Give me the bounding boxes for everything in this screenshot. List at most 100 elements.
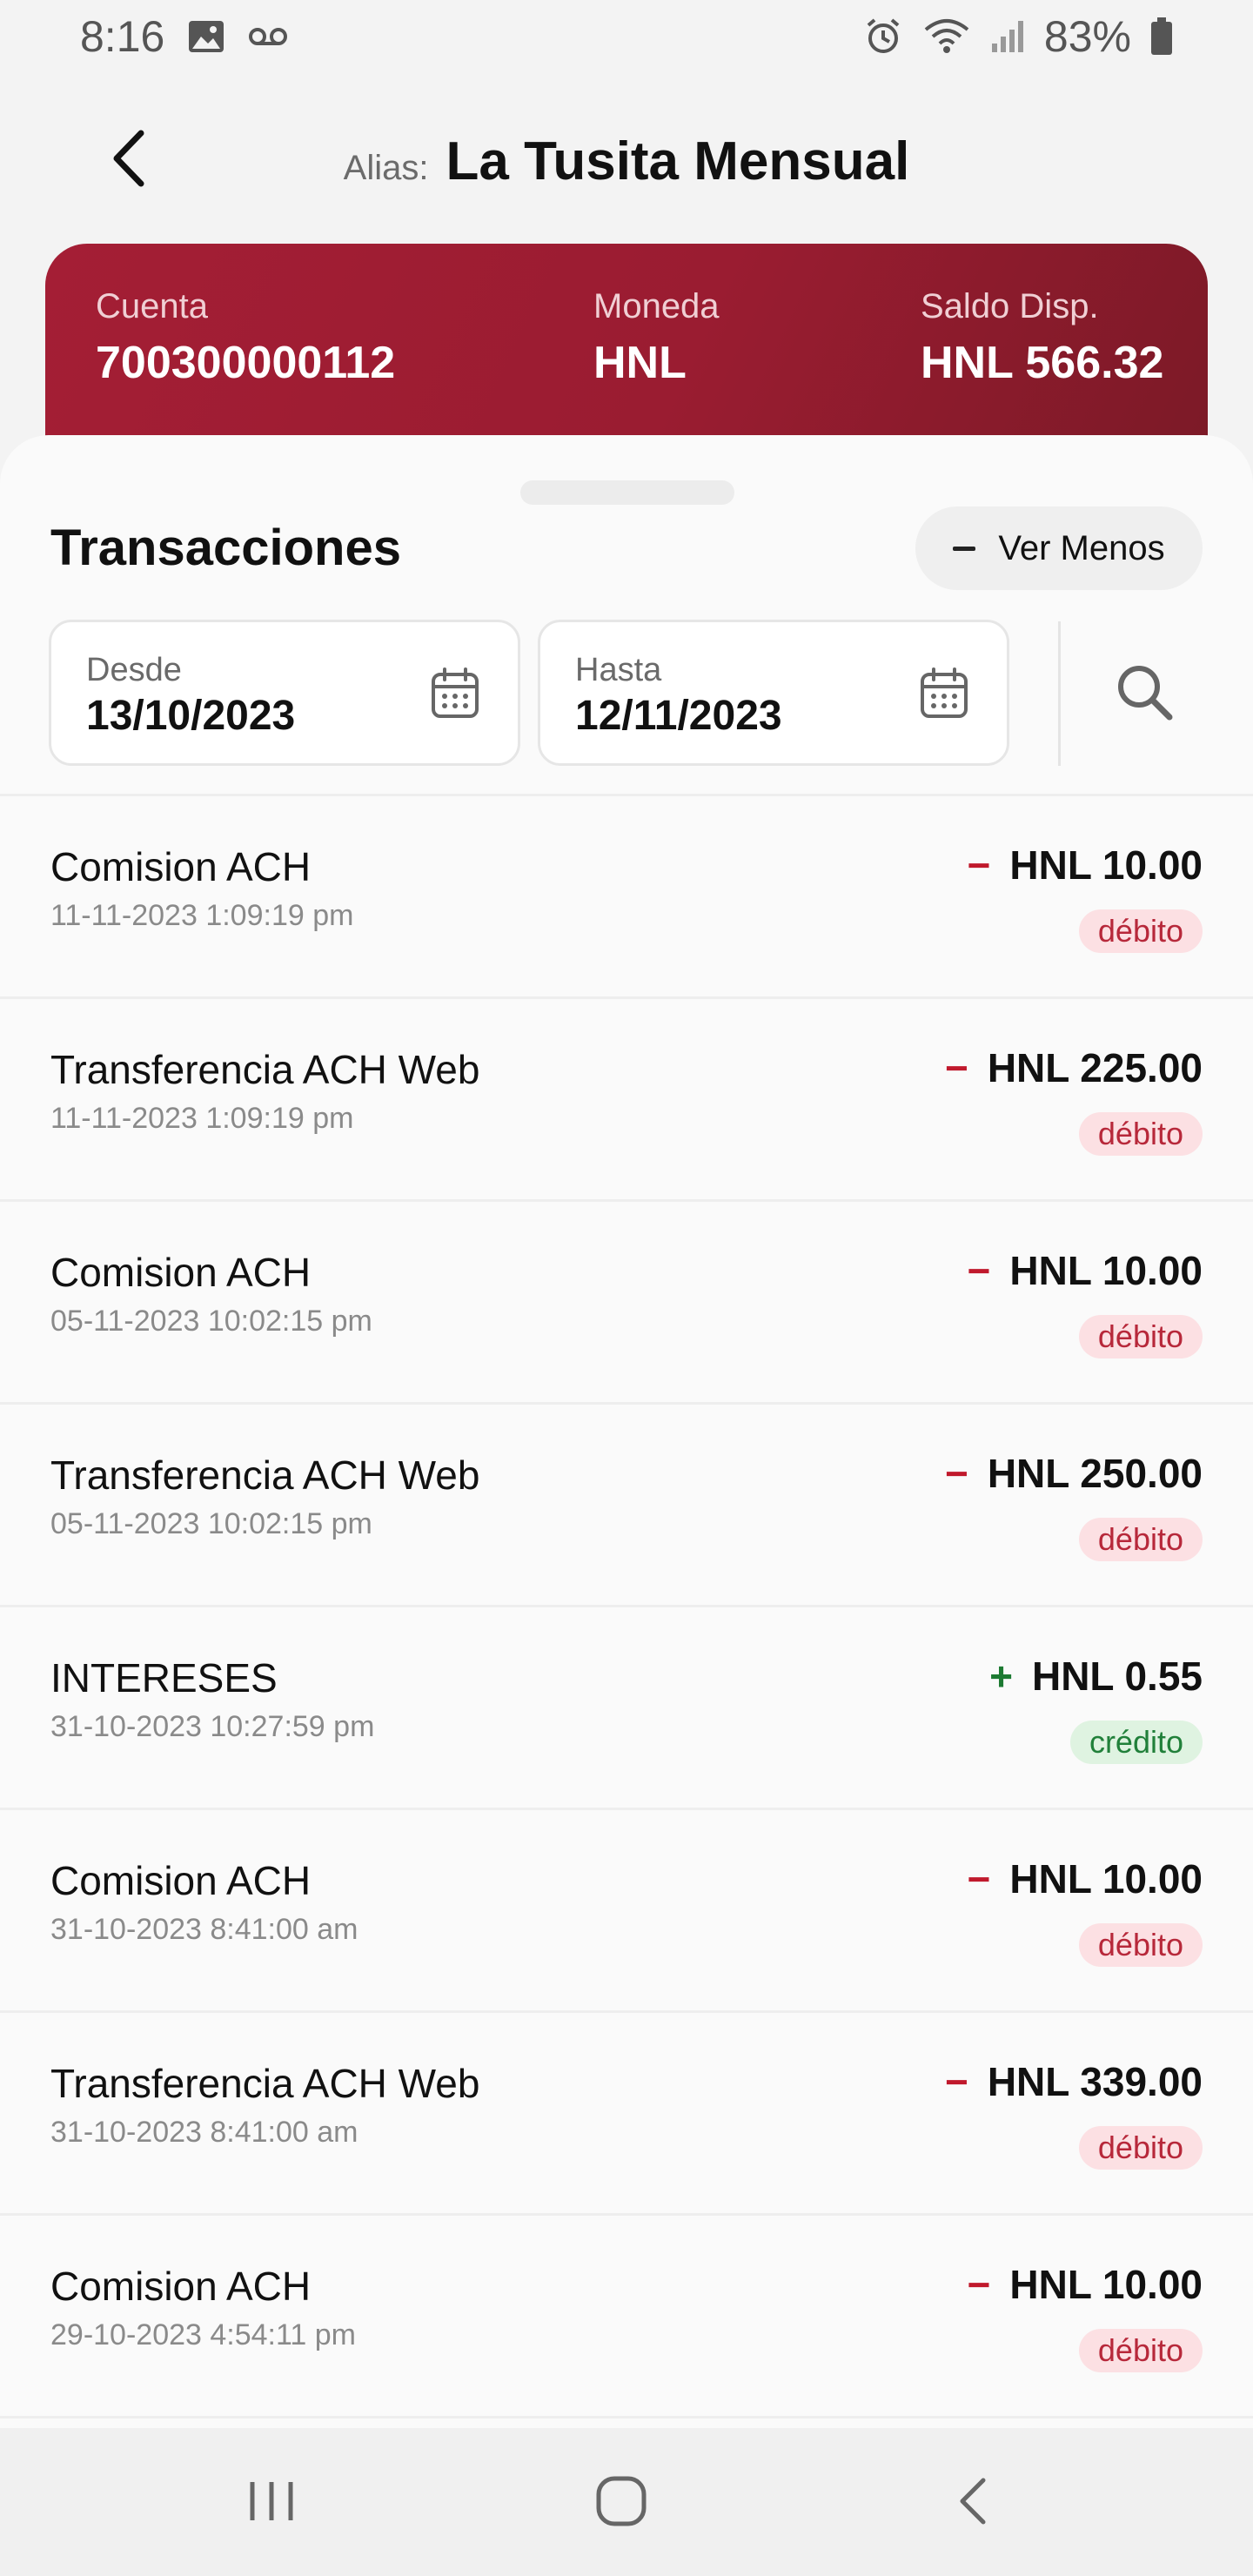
transaction-row[interactable]: Comision ACH 29-10-2023 4:54:11 pm − HNL 10…: [0, 2216, 1253, 2418]
transactions-sheet: Transacciones Ver Menos Desde 13/10/2023…: [0, 435, 1253, 2428]
amount-sign: −: [967, 1248, 991, 1293]
amount-value: HNL 10.00: [1009, 842, 1203, 888]
transaction-amount: − HNL 10.00: [968, 2261, 1203, 2308]
amount-value: HNL 339.00: [987, 2059, 1203, 2104]
transaction-row[interactable]: Comision ACH 05-11-2023 10:02:15 pm − HNL 1…: [0, 1202, 1253, 1405]
balance-block: Saldo Disp. HNL 566.32: [921, 287, 1163, 389]
ver-menos-label: Ver Menos: [998, 528, 1165, 567]
account-number-block: Cuenta 700300000112: [96, 287, 395, 389]
system-nav-bar: [0, 2428, 1253, 2576]
transaction-type-badge: crédito: [1069, 1721, 1203, 1764]
transaction-datetime: 31-10-2023 8:41:00 am: [50, 2116, 358, 2149]
transaction-row[interactable]: Transferencia ACH Web 31-10-2023 8:41:00 …: [0, 2013, 1253, 2216]
alarm-icon: [867, 18, 900, 53]
transaction-datetime: 11-11-2023 1:09:19 pm: [50, 899, 354, 932]
amount-sign: −: [967, 842, 991, 888]
balance-label: Saldo Disp.: [921, 287, 1099, 325]
date-from-value: 13/10/2023: [86, 693, 296, 739]
date-to-field[interactable]: Hasta 12/11/2023: [538, 620, 1009, 766]
transaction-type-badge: débito: [1078, 1923, 1203, 1967]
transaction-description: Comision ACH: [50, 844, 312, 889]
transaction-datetime: 29-10-2023 4:54:11 pm: [50, 2318, 356, 2351]
wifi-icon: [924, 19, 969, 53]
date-to-label: Hasta: [575, 652, 662, 688]
transaction-description: Comision ACH: [50, 1250, 312, 1295]
alias-value: La Tusita Mensual: [446, 131, 910, 191]
voicemail-icon: [249, 28, 288, 45]
transaction-list: Comision ACH 11-11-2023 1:09:19 pm − HNL 10…: [0, 794, 1253, 2418]
transaction-description: Transferencia ACH Web: [50, 1047, 480, 1092]
amount-value: HNL 10.00: [1009, 1248, 1203, 1293]
amount-value: HNL 0.55: [1031, 1654, 1203, 1699]
battery-icon: [1151, 17, 1172, 55]
transaction-amount: − HNL 10.00: [968, 1247, 1203, 1294]
transaction-amount: + HNL 0.55: [989, 1653, 1203, 1700]
transaction-amount: − HNL 225.00: [945, 1044, 1203, 1091]
minus-icon: [953, 546, 976, 551]
transaction-type-badge: débito: [1078, 1518, 1203, 1561]
amount-value: HNL 10.00: [1009, 2262, 1203, 2307]
amount-sign: −: [944, 1451, 968, 1496]
currency-block: Moneda HNL: [593, 287, 720, 389]
transaction-type-badge: débito: [1078, 909, 1203, 953]
transaction-datetime: 05-11-2023 10:02:15 pm: [50, 1305, 372, 1338]
image-icon: [189, 21, 224, 52]
signal-icon: [991, 21, 1023, 52]
currency-value: HNL: [593, 338, 687, 388]
transaction-datetime: 31-10-2023 10:27:59 pm: [50, 1710, 375, 1743]
transaction-row[interactable]: Transferencia ACH Web 05-11-2023 10:02:15…: [0, 1405, 1253, 1607]
transaction-amount: − HNL 250.00: [945, 1450, 1203, 1497]
balance-value: HNL 566.32: [921, 338, 1164, 388]
amount-sign: −: [967, 1856, 991, 1902]
account-number-value: 700300000112: [96, 338, 396, 388]
transaction-description: Comision ACH: [50, 2264, 312, 2309]
search-divider: [1058, 621, 1061, 766]
page-title: Alias: La Tusita Mensual: [0, 131, 1253, 192]
recent-apps-button[interactable]: [237, 2466, 306, 2536]
date-to-value: 12/11/2023: [575, 693, 782, 739]
transaction-datetime: 31-10-2023 8:41:00 am: [50, 1913, 358, 1946]
search-button[interactable]: [1105, 653, 1183, 731]
transaction-description: Transferencia ACH Web: [50, 2061, 480, 2106]
drag-handle[interactable]: [520, 480, 734, 505]
status-left: 8:16: [80, 11, 288, 62]
home-icon: [596, 2476, 647, 2526]
alias-label: Alias:: [343, 149, 429, 187]
amount-sign: −: [967, 2262, 991, 2307]
status-time: 8:16: [80, 12, 165, 61]
transaction-type-badge: débito: [1078, 2126, 1203, 2170]
transaction-description: Transferencia ACH Web: [50, 1452, 480, 1498]
amount-sign: −: [944, 1045, 968, 1090]
currency-label: Moneda: [593, 287, 720, 325]
transaction-amount: − HNL 10.00: [968, 842, 1203, 889]
account-card: Cuenta 700300000112 Moneda HNL Saldo Dis…: [45, 244, 1208, 453]
transaction-description: Comision ACH: [50, 1858, 312, 1903]
amount-value: HNL 225.00: [987, 1045, 1203, 1090]
transaction-datetime: 05-11-2023 10:02:15 pm: [50, 1507, 372, 1540]
transaction-description: INTERESES: [50, 1655, 278, 1701]
calendar-icon: [921, 667, 968, 718]
home-button[interactable]: [586, 2466, 656, 2536]
ver-menos-button[interactable]: Ver Menos: [915, 506, 1203, 590]
account-number-label: Cuenta: [96, 287, 208, 325]
transaction-type-badge: débito: [1078, 2329, 1203, 2372]
amount-sign: −: [944, 2059, 968, 2104]
transaction-row[interactable]: INTERESES 31-10-2023 10:27:59 pm + HNL 0.55…: [0, 1607, 1253, 1810]
header: Alias: La Tusita Mensual: [0, 87, 1253, 230]
system-back-button[interactable]: [938, 2466, 1008, 2536]
battery-percent: 83%: [1043, 12, 1131, 61]
transaction-row[interactable]: Comision ACH 31-10-2023 8:41:00 am − HNL 10…: [0, 1810, 1253, 2013]
transaction-datetime: 11-11-2023 1:09:19 pm: [50, 1102, 354, 1135]
transaction-row[interactable]: Comision ACH 11-11-2023 1:09:19 pm − HNL 10…: [0, 796, 1253, 999]
amount-value: HNL 10.00: [1009, 1856, 1203, 1902]
transaction-amount: − HNL 339.00: [945, 2058, 1203, 2105]
back-icon: [960, 2478, 986, 2525]
calendar-icon: [432, 667, 479, 718]
date-from-field[interactable]: Desde 13/10/2023: [49, 620, 520, 766]
transaction-type-badge: débito: [1078, 1315, 1203, 1358]
status-bar: 8:16 83%: [0, 0, 1253, 73]
transaction-type-badge: débito: [1078, 1112, 1203, 1156]
transaction-row[interactable]: Transferencia ACH Web 11-11-2023 1:09:19 …: [0, 999, 1253, 1202]
transaction-amount: − HNL 10.00: [968, 1855, 1203, 1902]
search-icon: [1118, 666, 1173, 721]
